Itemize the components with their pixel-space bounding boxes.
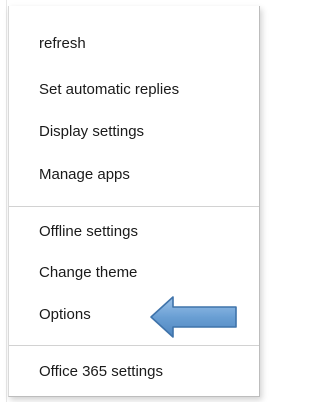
menu-item-set-automatic-replies[interactable]: Set automatic replies: [39, 81, 179, 99]
window-edge: [0, 0, 7, 402]
menu-divider: [9, 206, 259, 207]
left-arrow-icon: [150, 296, 237, 338]
menu-item-office-365-settings[interactable]: Office 365 settings: [39, 363, 163, 381]
menu-item-refresh[interactable]: refresh: [39, 35, 86, 53]
menu-item-options[interactable]: Options: [39, 306, 91, 324]
menu-item-offline-settings[interactable]: Offline settings: [39, 223, 138, 241]
menu-item-display-settings[interactable]: Display settings: [39, 123, 144, 141]
menu-item-change-theme[interactable]: Change theme: [39, 264, 137, 282]
menu-item-manage-apps[interactable]: Manage apps: [39, 166, 130, 184]
menu-divider: [9, 345, 259, 346]
